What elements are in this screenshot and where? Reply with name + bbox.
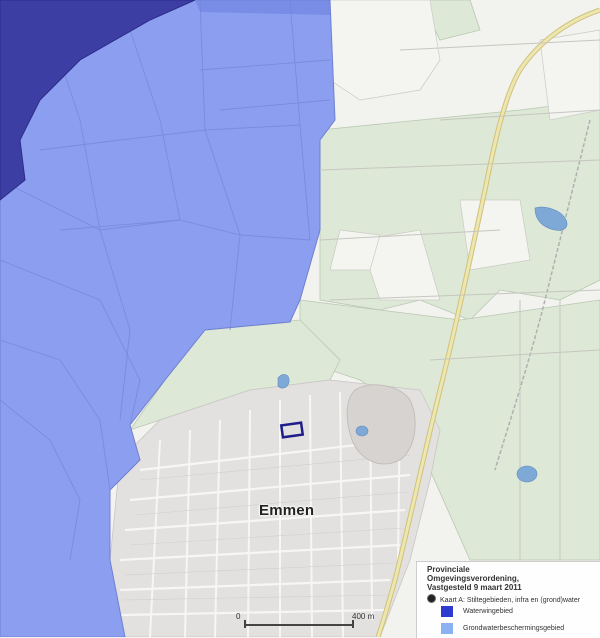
legend-title-line-2: Omgevingsverordening, bbox=[427, 574, 520, 583]
legend-swatch-grondwaterbeschermingsgebied bbox=[441, 623, 453, 634]
place-label-emmen: Emmen bbox=[259, 502, 315, 519]
legend-layer-label: Kaart A: Stiltegebieden, infra en (grond… bbox=[440, 597, 581, 604]
legend-title-line-3: Vastgesteld 9 maart 2011 bbox=[427, 583, 522, 592]
map-canvas[interactable] bbox=[0, 0, 600, 637]
scale-bar: 0 400 m bbox=[236, 612, 386, 637]
legend-label-grondwaterbeschermingsgebied: Grondwaterbeschermingsgebied bbox=[463, 625, 565, 632]
legend-label-waterwingebied: Waterwingebied bbox=[463, 608, 513, 615]
map-legend: Provinciale Omgevingsverordening, Vastge… bbox=[416, 561, 600, 638]
scale-end-label: 400 m bbox=[352, 612, 375, 621]
layer-radio-icon[interactable] bbox=[427, 594, 436, 603]
legend-swatch-waterwingebied bbox=[441, 606, 453, 617]
legend-layer-toggle[interactable]: Kaart A: Stiltegebieden, infra en (grond… bbox=[427, 594, 580, 604]
scale-line bbox=[244, 624, 354, 626]
scale-tick-end bbox=[352, 620, 354, 628]
scale-start-label: 0 bbox=[236, 612, 241, 621]
legend-title: Provinciale Omgevingsverordening, Vastge… bbox=[427, 565, 597, 592]
legend-title-line-1: Provinciale bbox=[427, 565, 470, 574]
scale-tick-start bbox=[244, 620, 246, 628]
